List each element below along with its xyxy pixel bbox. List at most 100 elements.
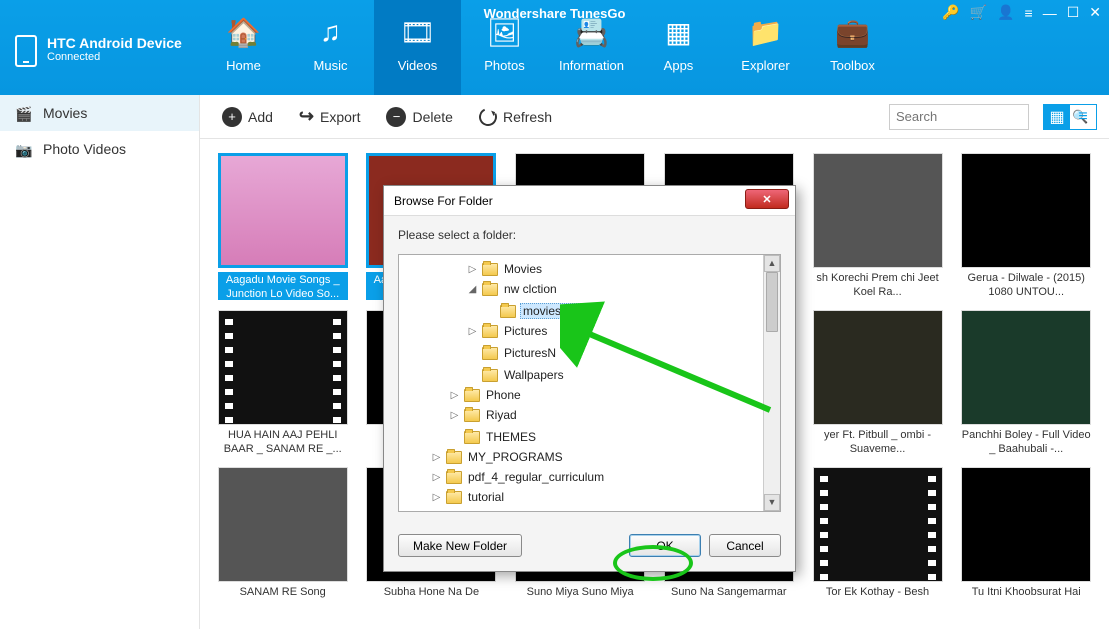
add-button[interactable]: +Add xyxy=(212,103,283,131)
thumb-image xyxy=(961,310,1091,425)
tree-label: PicturesN xyxy=(502,346,558,360)
tree-item[interactable]: THEMES xyxy=(401,425,760,447)
tree-item[interactable]: ▷Movies xyxy=(401,259,760,279)
tree-item[interactable]: ▷ MY_PROGRAMS xyxy=(401,447,760,467)
device-panel[interactable]: HTC Android Device Connected xyxy=(0,0,200,95)
thumb-label: HUA HAIN AAJ PEHLI BAAR _ SANAM RE _... xyxy=(218,429,348,457)
home-icon: 🏠 xyxy=(226,15,261,50)
tree-label: Riyad xyxy=(484,408,519,422)
video-thumb[interactable]: Panchhi Boley - Full Video _ Baahubali -… xyxy=(960,310,1092,457)
tree-item[interactable]: ▷ pdf_4_regular_curriculum xyxy=(401,467,760,487)
tree-label: Wallpapers xyxy=(502,368,566,382)
minimize-icon[interactable]: — xyxy=(1043,5,1057,21)
thumb-image xyxy=(218,467,348,582)
folder-icon xyxy=(464,409,480,422)
folder-icon xyxy=(482,263,498,276)
list-view-button[interactable]: ≡ xyxy=(1070,105,1096,129)
thumb-label: Subha Hone Na De xyxy=(366,586,496,600)
delete-button[interactable]: −Delete xyxy=(376,103,462,131)
app-title: Wondershare TunesGo xyxy=(484,6,626,21)
tree-item[interactable]: ▷ Pictures xyxy=(401,321,760,341)
thumb-image xyxy=(961,467,1091,582)
header: Wondershare TunesGo 🔑 🛒 👤 ≡ — ☐ ✕ HTC An… xyxy=(0,0,1109,95)
thumb-label: yer Ft. Pitbull _ ombi - Suaveme... xyxy=(813,429,943,457)
scroll-up-button[interactable]: ▲ xyxy=(764,255,780,272)
video-thumb[interactable]: HUA HAIN AAJ PEHLI BAAR _ SANAM RE _... xyxy=(217,310,349,457)
video-thumb[interactable]: Tu Itni Khoobsurat Hai xyxy=(960,467,1092,600)
sidebar-icon: 📷 xyxy=(15,142,33,156)
cart-icon[interactable]: 🛒 xyxy=(970,4,987,21)
tree-twisty[interactable]: ▷ xyxy=(467,326,478,337)
toolbar: +Add ↪Export −Delete Refresh 🔍 ▦ ≡ xyxy=(200,95,1109,139)
tree-scrollbar[interactable]: ▲ ▼ xyxy=(763,255,780,511)
key-icon[interactable]: 🔑 xyxy=(942,4,959,21)
sidebar-item-movies[interactable]: 🎬Movies xyxy=(0,95,199,131)
dialog-close-button[interactable]: ✕ xyxy=(745,189,789,209)
video-thumb[interactable]: Aagadu Movie Songs _ Junction Lo Video S… xyxy=(217,153,349,300)
tree-twisty[interactable]: ▷ xyxy=(431,452,442,463)
tree-twisty[interactable]: ▷ xyxy=(449,390,460,401)
thumb-label: Suno Na Sangemarmar xyxy=(664,586,794,600)
video-thumb[interactable]: yer Ft. Pitbull _ ombi - Suaveme... xyxy=(812,310,944,457)
grid-view-button[interactable]: ▦ xyxy=(1044,105,1070,129)
folder-icon xyxy=(464,389,480,402)
ok-button[interactable]: OK xyxy=(629,534,701,557)
dialog-title: Browse For Folder xyxy=(394,194,493,208)
tree-item[interactable]: PicturesN xyxy=(401,341,760,363)
make-new-folder-button[interactable]: Make New Folder xyxy=(398,534,522,557)
tree-label: nw clction xyxy=(502,282,559,296)
video-thumb[interactable]: Tor Ek Kothay - Besh xyxy=(812,467,944,600)
tree-twisty[interactable]: ▷ xyxy=(431,492,442,503)
sidebar-item-photo-videos[interactable]: 📷Photo Videos xyxy=(0,131,199,167)
folder-icon xyxy=(482,369,498,382)
tree-item[interactable]: ◢ nw clction xyxy=(401,279,760,299)
tree-item[interactable]: ▷ Phone xyxy=(401,385,760,405)
music-icon: ♫ xyxy=(320,15,341,50)
export-button[interactable]: ↪Export xyxy=(289,102,371,131)
tree-item[interactable]: movies4now xyxy=(401,299,760,321)
folder-icon xyxy=(500,305,516,318)
tree-item[interactable]: ▷ Riyad xyxy=(401,405,760,425)
tree-twisty[interactable]: ▷ xyxy=(467,264,478,275)
nav-tab-toolbox[interactable]: 💼Toolbox xyxy=(809,0,896,95)
folder-icon xyxy=(482,347,498,360)
explorer-icon: 📁 xyxy=(748,15,783,50)
tree-label: movies4now xyxy=(520,303,593,319)
thumb-image xyxy=(813,310,943,425)
video-thumb[interactable]: Gerua - Dilwale - (2015) 1080 UNTOU... xyxy=(960,153,1092,300)
apps-icon: ▦ xyxy=(665,15,691,50)
thumb-label: Tu Itni Khoobsurat Hai xyxy=(961,586,1091,600)
toolbox-icon: 💼 xyxy=(835,15,870,50)
tree-label: MY_PROGRAMS xyxy=(466,450,565,464)
maximize-icon[interactable]: ☐ xyxy=(1067,4,1080,21)
folder-tree[interactable]: ▷Movies ◢ nw clction movies4now ▷ Pictures Pic… xyxy=(398,254,781,512)
dialog-titlebar[interactable]: Browse For Folder ✕ xyxy=(384,186,795,216)
video-thumb[interactable]: SANAM RE Song xyxy=(217,467,349,600)
sidebar: 🎬Movies📷Photo Videos xyxy=(0,95,200,629)
thumb-label: Suno Miya Suno Miya xyxy=(515,586,645,600)
refresh-button[interactable]: Refresh xyxy=(469,104,562,130)
scroll-thumb[interactable] xyxy=(766,272,778,332)
nav-tab-videos[interactable]: 🎞Videos xyxy=(374,0,461,95)
cancel-button[interactable]: Cancel xyxy=(709,534,781,557)
menu-icon[interactable]: ≡ xyxy=(1025,5,1033,21)
nav-tab-explorer[interactable]: 📁Explorer xyxy=(722,0,809,95)
search-box[interactable]: 🔍 xyxy=(889,104,1029,130)
nav-tab-music[interactable]: ♫Music xyxy=(287,0,374,95)
tree-label: pdf_4_regular_curriculum xyxy=(466,470,606,484)
scroll-down-button[interactable]: ▼ xyxy=(764,494,780,511)
close-icon[interactable]: ✕ xyxy=(1089,4,1101,21)
video-thumb[interactable]: sh Korechi Prem chi Jeet Koel Ra... xyxy=(812,153,944,300)
nav-tab-apps[interactable]: ▦Apps xyxy=(635,0,722,95)
tree-twisty[interactable]: ▷ xyxy=(449,410,460,421)
user-icon[interactable]: 👤 xyxy=(997,4,1014,21)
sidebar-icon: 🎬 xyxy=(15,106,33,120)
tree-twisty[interactable]: ▷ xyxy=(431,472,442,483)
tree-label: Pictures xyxy=(502,324,549,338)
tree-item[interactable]: ▷tutorial xyxy=(401,487,760,507)
tree-item[interactable]: Wallpapers xyxy=(401,363,760,385)
tree-twisty[interactable]: ◢ xyxy=(467,284,478,295)
tree-label: Phone xyxy=(484,388,523,402)
nav-tab-home[interactable]: 🏠Home xyxy=(200,0,287,95)
thumb-label: Gerua - Dilwale - (2015) 1080 UNTOU... xyxy=(961,272,1091,300)
